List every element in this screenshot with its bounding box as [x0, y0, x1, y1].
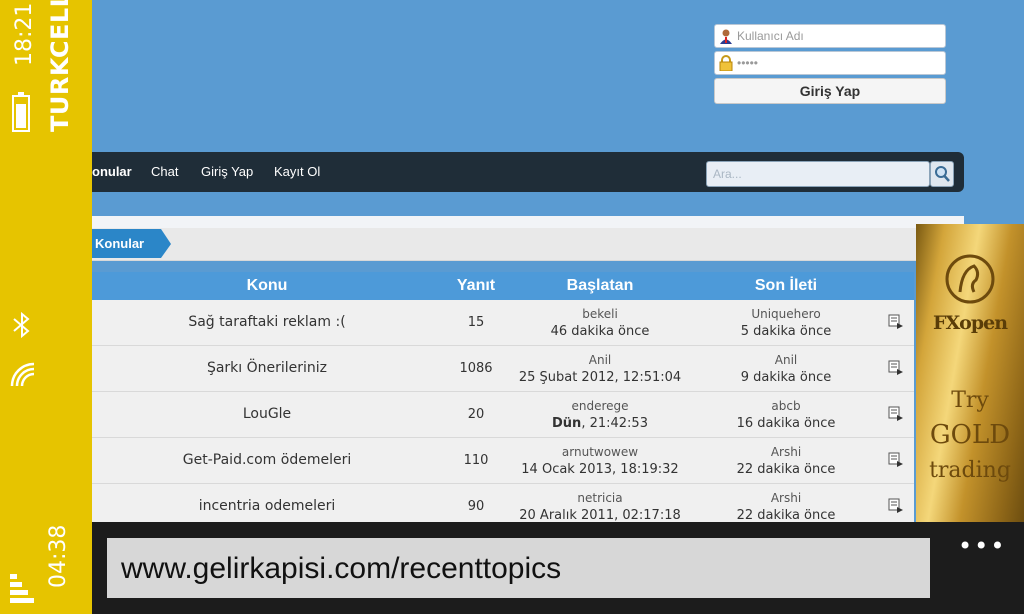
web-page: Kullanıcı Adı ••••• Giriş Yap onular Cha…: [92, 0, 1024, 522]
starter-cell: netricia 20 Aralık 2011, 02:17:18: [510, 489, 690, 522]
phone-status-bar: 18:21 TURKCELL 04:38: [0, 0, 92, 614]
last-post-cell: Arshi 22 dakika önce: [696, 443, 876, 479]
go-to-last-post-icon[interactable]: [888, 314, 904, 330]
last-post-date: 22 dakika önce: [736, 508, 836, 522]
table-row: Get-Paid.com ödemeleri 110 arnutwowew 14…: [92, 438, 914, 484]
go-to-last-post-icon[interactable]: [888, 498, 904, 514]
last-poster-name[interactable]: Anil: [696, 351, 876, 369]
topic-link[interactable]: Şarkı Önerileriniz: [92, 360, 442, 376]
url-text: www.gelirkapisi.com/recenttopics: [121, 552, 562, 585]
table-row: LouGle 20 enderege Dün, 21:42:53 abcb 16…: [92, 392, 914, 438]
gold-trading-ad[interactable]: FXopen Try GOLD trading: [916, 224, 1024, 522]
table-row: Sağ taraftaki reklam :( 15 bekeli 46 dak…: [92, 300, 914, 346]
signal-strength-icon: [10, 574, 34, 603]
topic-link[interactable]: Sağ taraftaki reklam :(: [92, 314, 442, 330]
last-poster-name[interactable]: Uniquehero: [696, 305, 876, 323]
starter-date: 20 Aralık 2011, 02:17:18: [519, 508, 681, 522]
starter-date: Dün, 21:42:53: [510, 415, 690, 433]
ad-line-try: Try: [951, 388, 989, 413]
table-row: Şarkı Önerileriniz 1086 Anil 25 Şubat 20…: [92, 346, 914, 392]
last-post-date: 22 dakika önce: [736, 462, 836, 477]
ad-line-gold: GOLD: [929, 420, 1011, 450]
carrier-name: TURKCELL: [46, 0, 74, 132]
starter-name[interactable]: Anil: [510, 351, 690, 369]
clock-top: 18:21: [12, 2, 37, 66]
last-poster-name[interactable]: abcb: [696, 397, 876, 415]
starter-date-day: Dün: [552, 416, 582, 431]
starter-name[interactable]: enderege: [510, 397, 690, 415]
last-poster-name[interactable]: Arshi: [696, 489, 876, 507]
last-post-cell: Arshi 22 dakika önce: [696, 489, 876, 522]
login-button[interactable]: Giriş Yap: [714, 78, 946, 104]
topics-table: Sağ taraftaki reklam :( 15 bekeli 46 dak…: [92, 300, 914, 522]
go-to-last-post-icon[interactable]: [888, 406, 904, 422]
breadcrumb-bar: [92, 228, 932, 261]
search-placeholder: Ara...: [713, 167, 742, 181]
browser-address-bar: www.gelirkapisi.com/recenttopics •••: [92, 522, 1024, 614]
top-navbar: onular Chat Giriş Yap Kayıt Ol Ara...: [92, 152, 964, 192]
lock-icon: [719, 55, 733, 71]
starter-cell: arnutwowew 14 Ocak 2013, 18:19:32: [510, 443, 690, 479]
last-post-date: 9 dakika önce: [740, 370, 832, 385]
reply-count: 15: [467, 315, 485, 330]
reply-count: 20: [467, 407, 485, 422]
clock-bottom: 04:38: [46, 524, 71, 588]
ad-brand: FXopen: [932, 312, 1008, 334]
password-mask: •••••: [737, 56, 759, 70]
header-topic: Konu: [246, 277, 288, 294]
last-post-date: 5 dakika önce: [740, 324, 832, 339]
content-top-strip: [92, 216, 964, 228]
starter-name[interactable]: bekeli: [510, 305, 690, 323]
starter-cell: bekeli 46 dakika önce: [510, 305, 690, 341]
go-to-last-post-icon[interactable]: [888, 360, 904, 376]
topic-link[interactable]: incentria odemeleri: [92, 498, 442, 514]
starter-date: 46 dakika önce: [550, 324, 650, 339]
nav-topics[interactable]: onular: [92, 164, 132, 179]
nav-login[interactable]: Giriş Yap: [201, 164, 253, 179]
last-poster-name[interactable]: Arshi: [696, 443, 876, 461]
username-placeholder: Kullanıcı Adı: [737, 29, 804, 43]
ad-line-trading: trading: [929, 458, 1011, 483]
url-field[interactable]: www.gelirkapisi.com/recenttopics: [107, 538, 930, 598]
table-header: Konu Yanıt Başlatan Son İleti: [92, 272, 914, 300]
go-to-last-post-icon[interactable]: [888, 452, 904, 468]
reply-count: 1086: [459, 361, 493, 376]
starter-name[interactable]: netricia: [510, 489, 690, 507]
username-field[interactable]: Kullanıcı Adı: [714, 24, 946, 48]
search-icon: [935, 166, 950, 182]
starter-cell: Anil 25 Şubat 2012, 12:51:04: [510, 351, 690, 387]
fxopen-logo-icon: [945, 254, 995, 304]
last-post-date: 16 dakika önce: [736, 416, 836, 431]
wifi-icon: [10, 362, 35, 387]
starter-date-time: , 21:42:53: [581, 416, 648, 431]
starter-date: 14 Ocak 2013, 18:19:32: [521, 462, 679, 477]
last-post-cell: Uniquehero 5 dakika önce: [696, 305, 876, 341]
breadcrumb-topics[interactable]: Konular: [92, 229, 161, 258]
starter-cell: enderege Dün, 21:42:53: [510, 397, 690, 433]
more-options-button[interactable]: •••: [958, 532, 1006, 560]
header-replies: Yanıt: [456, 277, 496, 294]
last-post-cell: Anil 9 dakika önce: [696, 351, 876, 387]
nav-chat[interactable]: Chat: [151, 164, 178, 179]
bluetooth-icon: [13, 312, 30, 338]
breadcrumb-arrow: [161, 229, 171, 258]
battery-icon: [12, 92, 30, 132]
user-icon: [720, 29, 732, 44]
topic-link[interactable]: LouGle: [92, 406, 442, 422]
nav-register[interactable]: Kayıt Ol: [274, 164, 320, 179]
header-last-post: Son İleti: [754, 277, 818, 294]
password-field[interactable]: •••••: [714, 51, 946, 75]
header-starter: Başlatan: [566, 277, 634, 294]
table-row: incentria odemeleri 90 netricia 20 Aralı…: [92, 484, 914, 522]
starter-date: 25 Şubat 2012, 12:51:04: [518, 370, 682, 385]
search-input[interactable]: Ara...: [706, 161, 930, 187]
topic-link[interactable]: Get-Paid.com ödemeleri: [92, 452, 442, 468]
reply-count: 110: [463, 453, 489, 468]
reply-count: 90: [467, 499, 485, 514]
login-box: Kullanıcı Adı ••••• Giriş Yap: [714, 24, 946, 104]
search-button[interactable]: [930, 161, 954, 187]
starter-name[interactable]: arnutwowew: [510, 443, 690, 461]
last-post-cell: abcb 16 dakika önce: [696, 397, 876, 433]
